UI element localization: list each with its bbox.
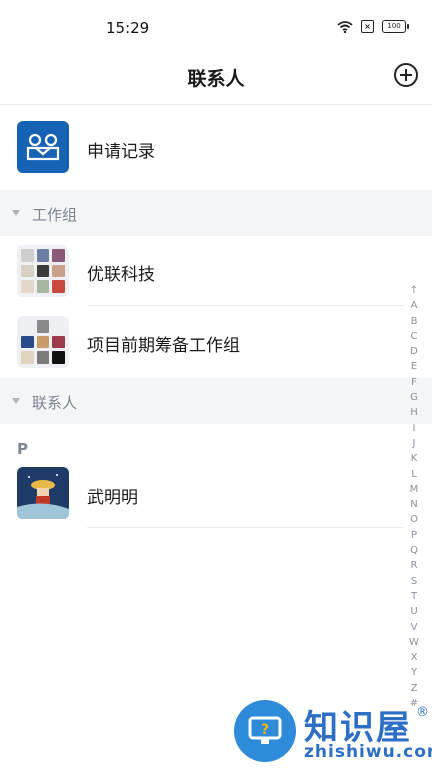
page-title: 联系人	[187, 68, 245, 90]
status-icons: × 100	[337, 20, 409, 33]
index-letter: P	[17, 440, 28, 458]
section-header-contacts[interactable]: 联系人	[0, 378, 432, 424]
alphabet-index-letter[interactable]: I	[413, 421, 416, 436]
alphabet-index-letter[interactable]: H	[410, 405, 418, 420]
apply-record-icon	[17, 121, 69, 173]
alphabet-index-letter[interactable]: Y	[411, 665, 417, 680]
group-name: 项目前期筹备工作组	[87, 336, 240, 356]
alphabet-index-letter[interactable]: L	[411, 467, 417, 482]
alphabet-index-letter[interactable]: J	[413, 436, 416, 451]
add-icon[interactable]	[394, 63, 418, 87]
nav-header: 联系人	[0, 56, 432, 105]
section-title: 工作组	[32, 206, 78, 224]
alphabet-index-letter[interactable]: U	[410, 604, 417, 619]
alphabet-index-letter[interactable]: N	[410, 497, 417, 512]
alphabet-index-letter[interactable]: K	[411, 451, 418, 466]
alphabet-index-letter[interactable]: Q	[410, 543, 418, 558]
alphabet-index-letter[interactable]: ↑	[410, 283, 418, 298]
row-divider	[87, 527, 404, 528]
alphabet-index-letter[interactable]: F	[411, 375, 417, 390]
alphabet-index-letter[interactable]: S	[411, 574, 417, 589]
section-title: 联系人	[32, 394, 78, 412]
watermark-logo-icon: ?	[234, 700, 296, 762]
contact-item[interactable]: 武明明	[0, 460, 432, 528]
alphabet-index-letter[interactable]: G	[410, 390, 418, 405]
alphabet-index-letter[interactable]: V	[411, 620, 418, 635]
alphabet-index-letter[interactable]: C	[411, 329, 418, 344]
group-avatar	[17, 316, 69, 368]
alphabet-index-letter[interactable]: P	[411, 528, 417, 543]
alphabet-index[interactable]: ↑ A B C D E F G H I J K L M N O P Q R S T U V W X Y Z #	[407, 283, 421, 711]
wifi-icon	[337, 20, 353, 33]
status-time: 15:29	[106, 19, 150, 37]
alphabet-index-letter[interactable]: B	[411, 314, 418, 329]
alphabet-index-letter[interactable]: R	[411, 558, 418, 573]
group-avatar	[17, 245, 69, 297]
group-name: 优联科技	[87, 265, 155, 285]
alphabet-index-letter[interactable]: W	[409, 635, 419, 650]
battery-icon: 100	[382, 20, 409, 33]
alphabet-index-letter[interactable]: A	[411, 298, 418, 313]
watermark-domain: zhishiwu.com	[304, 742, 432, 762]
contact-avatar	[17, 467, 69, 519]
alphabet-index-letter[interactable]: X	[411, 650, 418, 665]
sim-off-icon: ×	[361, 20, 374, 33]
svg-text:?: ?	[261, 722, 269, 738]
alphabet-index-letter[interactable]: T	[411, 589, 417, 604]
group-item[interactable]: 项目前期筹备工作组	[0, 306, 432, 378]
alphabet-index-letter[interactable]: O	[410, 512, 418, 527]
apply-record-label: 申请记录	[87, 142, 155, 162]
collapse-triangle-icon	[12, 210, 20, 216]
contact-name: 武明明	[87, 488, 138, 508]
collapse-triangle-icon	[12, 398, 20, 404]
section-header-work-groups[interactable]: 工作组	[0, 190, 432, 236]
alphabet-index-letter[interactable]: E	[411, 359, 417, 374]
group-item[interactable]: 优联科技	[0, 236, 432, 306]
status-bar: 15:29 × 100	[0, 0, 432, 56]
apply-record-row[interactable]: 申请记录	[0, 104, 432, 190]
watermark-reg-mark: ®	[416, 705, 429, 720]
alphabet-index-letter[interactable]: Z	[411, 681, 418, 696]
alphabet-index-letter[interactable]: D	[410, 344, 418, 359]
alphabet-index-letter[interactable]: M	[410, 482, 419, 497]
